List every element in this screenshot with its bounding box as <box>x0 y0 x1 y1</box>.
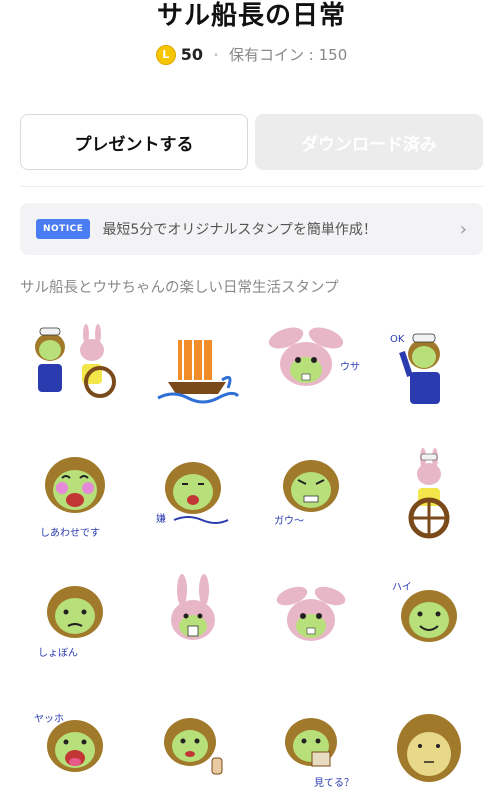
rabbit-face-icon: ウサ <box>268 327 360 386</box>
separator-dot: ・ <box>210 48 223 62</box>
notice-text: 最短5分でオリジナルスタンプを簡単作成！ <box>102 222 377 238</box>
sticker-caption: ヤッホ <box>34 713 64 725</box>
monkey-money-icon: 見てる？ <box>285 718 354 789</box>
sticker-9[interactable]: しょぼん <box>20 568 130 678</box>
sticker-6[interactable]: 嫌 <box>138 440 248 550</box>
sticker-caption: ハイ <box>392 582 412 593</box>
chevron-right-icon: › <box>459 218 467 240</box>
download-button[interactable]: ダウンロード済み <box>255 114 483 170</box>
monkey-thumbsup-icon <box>164 718 223 775</box>
sticker-caption: 見てる？ <box>314 777 354 789</box>
sticker-caption: しあわせです <box>40 527 100 539</box>
monkey-laugh-icon: ヤッホ <box>34 713 103 772</box>
sticker-16[interactable] <box>374 696 484 800</box>
sticker-7[interactable]: ガウ〜 <box>256 440 366 550</box>
monkey-captain-salute-icon: OK <box>390 333 440 404</box>
sticker-14[interactable] <box>138 696 248 800</box>
sticker-3[interactable]: ウサ <box>256 312 366 422</box>
sticker-caption: 嫌 <box>156 512 166 525</box>
price-row: L 50 ・ 保有コイン : 150 <box>0 44 503 65</box>
monkey-happy-icon: しあわせです <box>40 457 105 539</box>
present-button[interactable]: プレゼントする <box>20 114 248 170</box>
rabbit-steering-wheel-icon <box>408 448 450 539</box>
divider <box>20 186 483 187</box>
sticker-description: サル船長とウサちゃんの楽しい日常生活スタンプ <box>20 280 339 296</box>
sticker-13[interactable]: ヤッホ <box>20 696 130 800</box>
sticker-2[interactable] <box>138 312 248 422</box>
price-amount: 50 <box>180 45 203 64</box>
monkey-smile-icon: ハイ <box>392 582 457 642</box>
sticker-5[interactable]: しあわせです <box>20 440 130 550</box>
sticker-caption: ウサ <box>340 361 360 373</box>
page-title: サル船長の日常 <box>156 1 346 31</box>
sticker-caption: しょぼん <box>38 647 78 659</box>
sticker-4[interactable]: OK <box>374 312 484 422</box>
sticker-11[interactable] <box>256 568 366 678</box>
notice-badge: NOTICE <box>36 219 91 239</box>
sticker-10[interactable] <box>138 568 248 678</box>
notice-banner[interactable]: NOTICE 最短5分でオリジナルスタンプを簡単作成！ › <box>20 203 483 255</box>
monkey-angry-icon: ガウ〜 <box>274 460 339 527</box>
sticker-8[interactable] <box>374 440 484 550</box>
monkey-plain-face-icon <box>397 714 461 782</box>
rabbit-shocked-icon <box>171 574 215 640</box>
line-coin-icon: L <box>155 44 176 65</box>
monkey-sad-icon: しょぼん <box>38 586 103 659</box>
sticker-1[interactable] <box>20 312 130 422</box>
sticker-caption: ガウ〜 <box>274 515 304 527</box>
sailing-ship-icon <box>157 340 240 404</box>
sticker-caption: OK <box>390 334 405 345</box>
monkey-captain-and-rabbit-icon <box>35 324 116 398</box>
sticker-15[interactable]: 見てる？ <box>256 696 366 800</box>
rabbit-smile-icon <box>276 586 346 641</box>
sticker-12[interactable]: ハイ <box>374 568 484 678</box>
owned-coins: 保有コイン : 150 <box>229 46 348 64</box>
monkey-tongue-icon: 嫌 <box>156 462 229 525</box>
